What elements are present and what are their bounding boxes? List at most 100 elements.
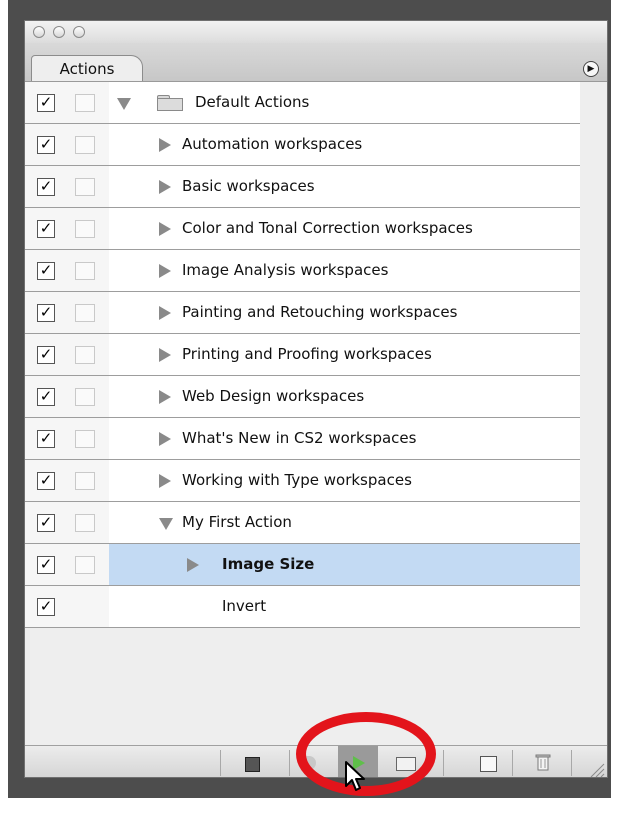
toolbar-separator	[443, 750, 444, 776]
expand-triangle-right-icon[interactable]	[159, 348, 171, 362]
dialog-toggle-box[interactable]	[75, 304, 95, 322]
new-action-icon	[480, 756, 497, 772]
action-label: Invert	[222, 597, 267, 615]
dialog-toggle-cell	[65, 586, 110, 628]
toggle-cell: ✓	[25, 334, 66, 376]
toggle-checkbox[interactable]: ✓	[37, 94, 55, 112]
toggle-cell: ✓	[25, 376, 66, 418]
expand-triangle-down-icon[interactable]	[159, 518, 173, 530]
dialog-toggle-box[interactable]	[75, 262, 95, 280]
action-row[interactable]: ✓ My First Action	[25, 502, 580, 544]
toggle-checkbox[interactable]: ✓	[37, 304, 55, 322]
dialog-toggle-box[interactable]	[75, 388, 95, 406]
action-name-cell: Color and Tonal Correction workspaces	[109, 208, 580, 250]
zoom-window-button[interactable]	[73, 26, 85, 38]
expand-triangle-down-icon[interactable]	[117, 98, 131, 110]
new-action-button[interactable]	[473, 748, 503, 777]
action-row[interactable]: ✓ Automation workspaces	[25, 124, 580, 166]
action-label: Default Actions	[195, 93, 310, 111]
toolbar-separator	[289, 750, 290, 776]
toggle-cell: ✓	[25, 586, 66, 628]
expand-triangle-right-icon[interactable]	[159, 138, 171, 152]
toggle-cell: ✓	[25, 544, 66, 586]
resize-grip[interactable]	[589, 762, 605, 778]
toggle-checkbox[interactable]: ✓	[37, 346, 55, 364]
action-name-cell: Painting and Retouching workspaces	[109, 292, 580, 334]
toggle-checkbox[interactable]: ✓	[37, 220, 55, 238]
dialog-toggle-box[interactable]	[75, 514, 95, 532]
expand-triangle-right-icon[interactable]	[159, 180, 171, 194]
action-name-cell: Automation workspaces	[109, 124, 580, 166]
actions-panel-window: Actions ▶ ✓ Default Actions ✓ Automation wo…	[24, 20, 608, 778]
expand-triangle-right-icon[interactable]	[159, 390, 171, 404]
toggle-cell: ✓	[25, 82, 66, 124]
toggle-cell: ✓	[25, 460, 66, 502]
action-name-cell: Default Actions	[109, 82, 580, 124]
toggle-cell: ✓	[25, 208, 66, 250]
dialog-toggle-box[interactable]	[75, 556, 95, 574]
action-row[interactable]: ✓ Color and Tonal Correction workspaces	[25, 208, 580, 250]
action-row[interactable]: ✓ Default Actions	[25, 82, 580, 124]
toolbar-separator	[571, 750, 572, 776]
expand-triangle-right-icon[interactable]	[159, 432, 171, 446]
stop-button[interactable]	[237, 748, 267, 777]
toggle-checkbox[interactable]: ✓	[37, 136, 55, 154]
action-name-cell: Working with Type workspaces	[109, 460, 580, 502]
toggle-cell: ✓	[25, 292, 66, 334]
action-row[interactable]: ✓ Invert	[25, 586, 580, 628]
dialog-toggle-box[interactable]	[75, 220, 95, 238]
action-row[interactable]: ✓ Web Design workspaces	[25, 376, 580, 418]
expand-triangle-right-icon[interactable]	[187, 558, 199, 572]
panel-menu-button[interactable]: ▶	[583, 61, 599, 77]
close-window-button[interactable]	[33, 26, 45, 38]
toggle-checkbox[interactable]: ✓	[37, 556, 55, 574]
action-row[interactable]: ✓ Painting and Retouching workspaces	[25, 292, 580, 334]
dialog-toggle-cell	[65, 334, 110, 376]
dialog-toggle-cell	[65, 208, 110, 250]
action-row[interactable]: ✓ Image Size	[25, 544, 580, 586]
toggle-checkbox[interactable]: ✓	[37, 430, 55, 448]
action-row[interactable]: ✓ Image Analysis workspaces	[25, 250, 580, 292]
trash-icon	[535, 754, 551, 771]
minimize-window-button[interactable]	[53, 26, 65, 38]
toggle-checkbox[interactable]: ✓	[37, 472, 55, 490]
toggle-cell: ✓	[25, 166, 66, 208]
dialog-toggle-box[interactable]	[75, 136, 95, 154]
dialog-toggle-box[interactable]	[75, 178, 95, 196]
action-row[interactable]: ✓ What's New in CS2 workspaces	[25, 418, 580, 460]
tab-row: Actions ▶	[25, 43, 607, 82]
expand-triangle-right-icon[interactable]	[159, 222, 171, 236]
dialog-toggle-box[interactable]	[75, 430, 95, 448]
action-label: Image Analysis workspaces	[182, 261, 389, 279]
dialog-toggle-box[interactable]	[75, 346, 95, 364]
toggle-checkbox[interactable]: ✓	[37, 262, 55, 280]
action-label: What's New in CS2 workspaces	[182, 429, 417, 447]
toggle-checkbox[interactable]: ✓	[37, 598, 55, 616]
expand-triangle-right-icon[interactable]	[159, 264, 171, 278]
action-row[interactable]: ✓ Working with Type workspaces	[25, 460, 580, 502]
toggle-checkbox[interactable]: ✓	[37, 388, 55, 406]
dialog-toggle-cell	[65, 418, 110, 460]
action-label: Automation workspaces	[182, 135, 363, 153]
dialog-toggle-box[interactable]	[75, 472, 95, 490]
actions-list: ✓ Default Actions ✓ Automation workspaces ✓ B…	[25, 82, 580, 628]
action-name-cell: Image Size	[109, 544, 580, 586]
expand-triangle-right-icon[interactable]	[159, 306, 171, 320]
toggle-checkbox[interactable]: ✓	[37, 514, 55, 532]
dialog-toggle-cell	[65, 250, 110, 292]
tab-actions[interactable]: Actions	[31, 55, 143, 81]
action-row[interactable]: ✓ Basic workspaces	[25, 166, 580, 208]
action-label: Color and Tonal Correction workspaces	[182, 219, 473, 237]
expand-triangle-right-icon[interactable]	[159, 474, 171, 488]
dialog-toggle-cell	[65, 166, 110, 208]
delete-button[interactable]	[528, 748, 558, 777]
toggle-checkbox[interactable]: ✓	[37, 178, 55, 196]
action-label: Printing and Proofing workspaces	[182, 345, 432, 363]
folder-icon	[157, 95, 183, 111]
toggle-cell: ✓	[25, 418, 66, 460]
action-row[interactable]: ✓ Printing and Proofing workspaces	[25, 334, 580, 376]
title-bar	[25, 21, 607, 44]
action-label: Image Size	[222, 555, 315, 573]
toggle-cell: ✓	[25, 502, 66, 544]
dialog-toggle-box[interactable]	[75, 94, 95, 112]
